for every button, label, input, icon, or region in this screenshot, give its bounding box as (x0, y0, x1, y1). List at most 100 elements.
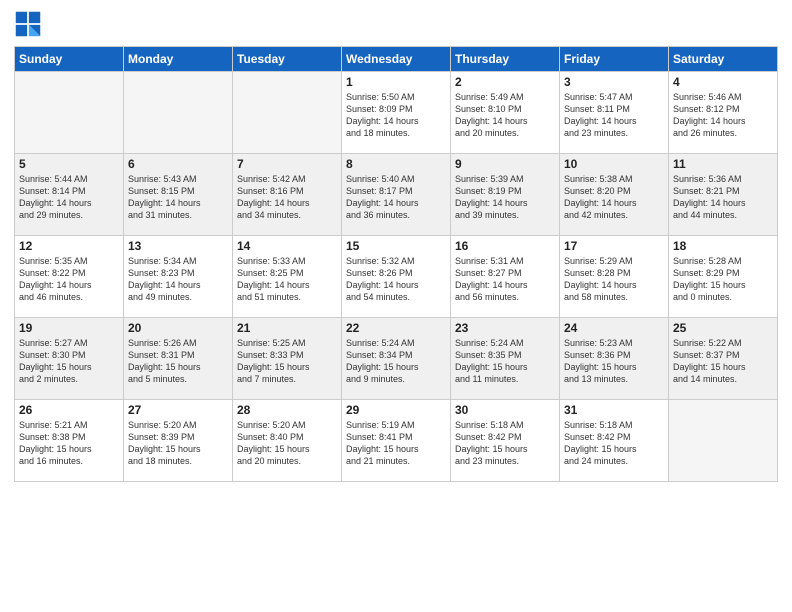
calendar-cell: 21 Sunrise: 5:25 AM Sunset: 8:33 PM Dayli… (233, 318, 342, 400)
day-number: 15 (346, 239, 446, 253)
day-number: 5 (19, 157, 119, 171)
day-info: Sunrise: 5:28 AM Sunset: 8:29 PM Dayligh… (673, 255, 773, 304)
day-number: 16 (455, 239, 555, 253)
header (14, 10, 778, 38)
calendar-cell (124, 72, 233, 154)
calendar-cell: 1Sunrise: 5:50 AM Sunset: 8:09 PM Daylig… (342, 72, 451, 154)
calendar-cell: 4 Sunrise: 5:46 AM Sunset: 8:12 PM Daylig… (669, 72, 778, 154)
calendar-cell: 27Sunrise: 5:20 AM Sunset: 8:39 PM Dayli… (124, 400, 233, 482)
day-number: 2 (455, 75, 555, 89)
day-number: 14 (237, 239, 337, 253)
calendar-cell: 20Sunrise: 5:26 AM Sunset: 8:31 PM Dayli… (124, 318, 233, 400)
day-number: 22 (346, 321, 446, 335)
calendar-cell: 26 Sunrise: 5:21 AM Sunset: 8:38 PM Dayli… (15, 400, 124, 482)
calendar-cell: 31 Sunrise: 5:18 AM Sunset: 8:42 PM Dayli… (560, 400, 669, 482)
calendar-cell: 10Sunrise: 5:38 AM Sunset: 8:20 PM Dayli… (560, 154, 669, 236)
day-info: Sunrise: 5:18 AM Sunset: 8:42 PM Dayligh… (455, 419, 555, 468)
calendar-cell: 17Sunrise: 5:29 AM Sunset: 8:28 PM Dayli… (560, 236, 669, 318)
calendar-cell: 6 Sunrise: 5:43 AM Sunset: 8:15 PM Daylig… (124, 154, 233, 236)
day-number: 3 (564, 75, 664, 89)
day-info: Sunrise: 5:27 AM Sunset: 8:30 PM Dayligh… (19, 337, 119, 386)
col-header-wednesday: Wednesday (342, 47, 451, 72)
calendar-cell: 18Sunrise: 5:28 AM Sunset: 8:29 PM Dayli… (669, 236, 778, 318)
day-number: 11 (673, 157, 773, 171)
calendar-cell: 29 Sunrise: 5:19 AM Sunset: 8:41 PM Dayli… (342, 400, 451, 482)
day-number: 19 (19, 321, 119, 335)
col-header-saturday: Saturday (669, 47, 778, 72)
calendar-cell: 15 Sunrise: 5:32 AM Sunset: 8:26 PM Dayli… (342, 236, 451, 318)
calendar-cell: 5 Sunrise: 5:44 AM Sunset: 8:14 PM Daylig… (15, 154, 124, 236)
calendar-cell: 9Sunrise: 5:39 AM Sunset: 8:19 PM Daylig… (451, 154, 560, 236)
day-number: 23 (455, 321, 555, 335)
calendar-cell: 2 Sunrise: 5:49 AM Sunset: 8:10 PM Daylig… (451, 72, 560, 154)
day-info: Sunrise: 5:33 AM Sunset: 8:25 PM Dayligh… (237, 255, 337, 304)
calendar-cell (15, 72, 124, 154)
calendar-week-1: 1Sunrise: 5:50 AM Sunset: 8:09 PM Daylig… (15, 72, 778, 154)
header-row: SundayMondayTuesdayWednesdayThursdayFrid… (15, 47, 778, 72)
day-info: Sunrise: 5:46 AM Sunset: 8:12 PM Dayligh… (673, 91, 773, 140)
day-info: Sunrise: 5:36 AM Sunset: 8:21 PM Dayligh… (673, 173, 773, 222)
col-header-thursday: Thursday (451, 47, 560, 72)
calendar-cell: 24Sunrise: 5:23 AM Sunset: 8:36 PM Dayli… (560, 318, 669, 400)
day-info: Sunrise: 5:25 AM Sunset: 8:33 PM Dayligh… (237, 337, 337, 386)
calendar-body: 1Sunrise: 5:50 AM Sunset: 8:09 PM Daylig… (15, 72, 778, 482)
day-info: Sunrise: 5:24 AM Sunset: 8:35 PM Dayligh… (455, 337, 555, 386)
calendar-cell: 13Sunrise: 5:34 AM Sunset: 8:23 PM Dayli… (124, 236, 233, 318)
calendar-cell: 22 Sunrise: 5:24 AM Sunset: 8:34 PM Dayli… (342, 318, 451, 400)
col-header-tuesday: Tuesday (233, 47, 342, 72)
calendar-cell: 16Sunrise: 5:31 AM Sunset: 8:27 PM Dayli… (451, 236, 560, 318)
logo (14, 10, 46, 38)
day-number: 1 (346, 75, 446, 89)
day-info: Sunrise: 5:47 AM Sunset: 8:11 PM Dayligh… (564, 91, 664, 140)
day-info: Sunrise: 5:24 AM Sunset: 8:34 PM Dayligh… (346, 337, 446, 386)
calendar-cell: 12 Sunrise: 5:35 AM Sunset: 8:22 PM Dayli… (15, 236, 124, 318)
day-number: 12 (19, 239, 119, 253)
calendar-table: SundayMondayTuesdayWednesdayThursdayFrid… (14, 46, 778, 482)
day-info: Sunrise: 5:32 AM Sunset: 8:26 PM Dayligh… (346, 255, 446, 304)
calendar-cell (669, 400, 778, 482)
calendar-week-5: 26 Sunrise: 5:21 AM Sunset: 8:38 PM Dayli… (15, 400, 778, 482)
calendar-cell: 8 Sunrise: 5:40 AM Sunset: 8:17 PM Daylig… (342, 154, 451, 236)
day-number: 29 (346, 403, 446, 417)
day-number: 31 (564, 403, 664, 417)
calendar-cell (233, 72, 342, 154)
day-info: Sunrise: 5:20 AM Sunset: 8:40 PM Dayligh… (237, 419, 337, 468)
day-number: 21 (237, 321, 337, 335)
day-number: 28 (237, 403, 337, 417)
day-info: Sunrise: 5:43 AM Sunset: 8:15 PM Dayligh… (128, 173, 228, 222)
day-info: Sunrise: 5:22 AM Sunset: 8:37 PM Dayligh… (673, 337, 773, 386)
calendar-cell: 19 Sunrise: 5:27 AM Sunset: 8:30 PM Dayli… (15, 318, 124, 400)
calendar-cell: 7 Sunrise: 5:42 AM Sunset: 8:16 PM Daylig… (233, 154, 342, 236)
day-info: Sunrise: 5:42 AM Sunset: 8:16 PM Dayligh… (237, 173, 337, 222)
day-number: 9 (455, 157, 555, 171)
day-info: Sunrise: 5:49 AM Sunset: 8:10 PM Dayligh… (455, 91, 555, 140)
calendar-week-3: 12 Sunrise: 5:35 AM Sunset: 8:22 PM Dayli… (15, 236, 778, 318)
day-number: 8 (346, 157, 446, 171)
day-info: Sunrise: 5:26 AM Sunset: 8:31 PM Dayligh… (128, 337, 228, 386)
calendar-cell: 28 Sunrise: 5:20 AM Sunset: 8:40 PM Dayli… (233, 400, 342, 482)
day-info: Sunrise: 5:34 AM Sunset: 8:23 PM Dayligh… (128, 255, 228, 304)
day-info: Sunrise: 5:44 AM Sunset: 8:14 PM Dayligh… (19, 173, 119, 222)
day-number: 26 (19, 403, 119, 417)
calendar-cell: 14 Sunrise: 5:33 AM Sunset: 8:25 PM Dayli… (233, 236, 342, 318)
day-info: Sunrise: 5:18 AM Sunset: 8:42 PM Dayligh… (564, 419, 664, 468)
day-info: Sunrise: 5:35 AM Sunset: 8:22 PM Dayligh… (19, 255, 119, 304)
calendar-week-2: 5 Sunrise: 5:44 AM Sunset: 8:14 PM Daylig… (15, 154, 778, 236)
calendar-cell: 3 Sunrise: 5:47 AM Sunset: 8:11 PM Daylig… (560, 72, 669, 154)
day-info: Sunrise: 5:21 AM Sunset: 8:38 PM Dayligh… (19, 419, 119, 468)
col-header-sunday: Sunday (15, 47, 124, 72)
day-number: 25 (673, 321, 773, 335)
day-number: 10 (564, 157, 664, 171)
day-info: Sunrise: 5:20 AM Sunset: 8:39 PM Dayligh… (128, 419, 228, 468)
day-number: 7 (237, 157, 337, 171)
day-info: Sunrise: 5:40 AM Sunset: 8:17 PM Dayligh… (346, 173, 446, 222)
day-info: Sunrise: 5:19 AM Sunset: 8:41 PM Dayligh… (346, 419, 446, 468)
day-number: 30 (455, 403, 555, 417)
day-info: Sunrise: 5:29 AM Sunset: 8:28 PM Dayligh… (564, 255, 664, 304)
calendar-week-4: 19 Sunrise: 5:27 AM Sunset: 8:30 PM Dayli… (15, 318, 778, 400)
day-number: 4 (673, 75, 773, 89)
day-number: 6 (128, 157, 228, 171)
calendar-cell: 30 Sunrise: 5:18 AM Sunset: 8:42 PM Dayli… (451, 400, 560, 482)
col-header-monday: Monday (124, 47, 233, 72)
calendar-header: SundayMondayTuesdayWednesdayThursdayFrid… (15, 47, 778, 72)
